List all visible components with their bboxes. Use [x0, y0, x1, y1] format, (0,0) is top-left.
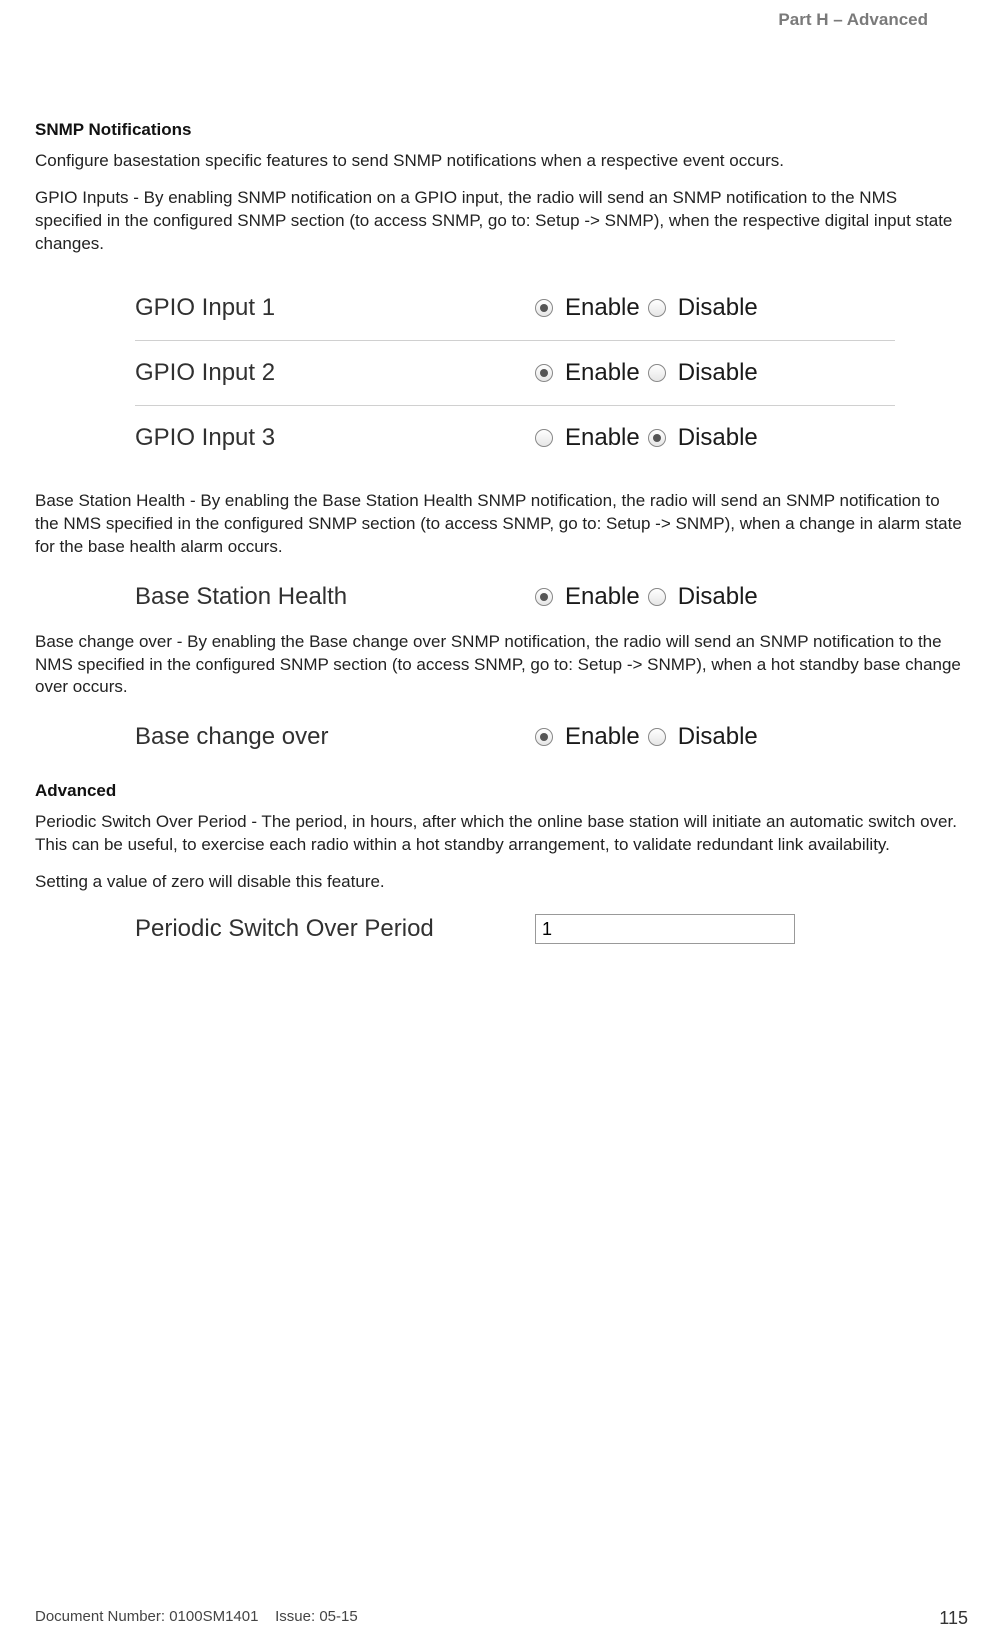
periodic-row: Periodic Switch Over Period 1	[135, 908, 895, 950]
bsh-row: Base Station Health Enable Disable	[135, 573, 895, 621]
bco-label: Base change over	[135, 723, 535, 751]
gpio-1-label: GPIO Input 1	[135, 294, 535, 322]
gpio-3-disable-radio[interactable]	[648, 429, 666, 447]
enable-label: Enable	[565, 359, 640, 387]
enable-label: Enable	[565, 424, 640, 452]
advanced-p1: Periodic Switch Over Period - The period…	[35, 811, 968, 857]
disable-label: Disable	[678, 583, 758, 611]
advanced-p2: Setting a value of zero will disable thi…	[35, 871, 968, 894]
gpio-row-1: GPIO Input 1 Enable Disable	[135, 276, 895, 341]
disable-label: Disable	[678, 424, 758, 452]
periodic-value-input[interactable]: 1	[535, 914, 795, 944]
snmp-intro: Configure basestation specific features …	[35, 150, 968, 173]
periodic-figure: Periodic Switch Over Period 1	[135, 908, 895, 950]
gpio-2-controls: Enable Disable	[535, 359, 758, 387]
section-header: Part H – Advanced	[35, 10, 968, 30]
bsh-label: Base Station Health	[135, 583, 535, 611]
bsh-enable-radio[interactable]	[535, 588, 553, 606]
advanced-heading: Advanced	[35, 781, 968, 801]
bco-paragraph: Base change over - By enabling the Base …	[35, 631, 968, 700]
bsh-disable-radio[interactable]	[648, 588, 666, 606]
enable-label: Enable	[565, 583, 640, 611]
document-page: Part H – Advanced SNMP Notifications Con…	[0, 0, 1003, 1637]
gpio-1-controls: Enable Disable	[535, 294, 758, 322]
bsh-controls: Enable Disable	[535, 583, 758, 611]
gpio-3-controls: Enable Disable	[535, 424, 758, 452]
gpio-2-disable-radio[interactable]	[648, 364, 666, 382]
disable-label: Disable	[678, 294, 758, 322]
footer-left: Document Number: 0100SM1401 Issue: 05-15	[35, 1608, 358, 1629]
gpio-2-label: GPIO Input 2	[135, 359, 535, 387]
bco-controls: Enable Disable	[535, 723, 758, 751]
doc-number: Document Number: 0100SM1401	[35, 1608, 258, 1625]
disable-label: Disable	[678, 723, 758, 751]
enable-label: Enable	[565, 294, 640, 322]
bco-row: Base change over Enable Disable	[135, 713, 895, 761]
gpio-2-enable-radio[interactable]	[535, 364, 553, 382]
gpio-paragraph: GPIO Inputs - By enabling SNMP notificat…	[35, 187, 968, 256]
disable-label: Disable	[678, 359, 758, 387]
bsh-paragraph: Base Station Health - By enabling the Ba…	[35, 490, 968, 559]
gpio-1-enable-radio[interactable]	[535, 299, 553, 317]
bco-figure: Base change over Enable Disable	[135, 713, 895, 761]
issue: Issue: 05-15	[275, 1608, 358, 1625]
gpio-row-3: GPIO Input 3 Enable Disable	[135, 406, 895, 470]
enable-label: Enable	[565, 723, 640, 751]
gpio-row-2: GPIO Input 2 Enable Disable	[135, 341, 895, 406]
gpio-3-label: GPIO Input 3	[135, 424, 535, 452]
page-footer: Document Number: 0100SM1401 Issue: 05-15…	[35, 1608, 968, 1629]
gpio-1-disable-radio[interactable]	[648, 299, 666, 317]
snmp-heading: SNMP Notifications	[35, 120, 968, 140]
bco-enable-radio[interactable]	[535, 728, 553, 746]
gpio-figure: GPIO Input 1 Enable Disable GPIO Input 2…	[135, 276, 895, 470]
periodic-label: Periodic Switch Over Period	[135, 915, 535, 943]
page-number: 115	[939, 1608, 968, 1629]
bsh-figure: Base Station Health Enable Disable	[135, 573, 895, 621]
bco-disable-radio[interactable]	[648, 728, 666, 746]
gpio-3-enable-radio[interactable]	[535, 429, 553, 447]
